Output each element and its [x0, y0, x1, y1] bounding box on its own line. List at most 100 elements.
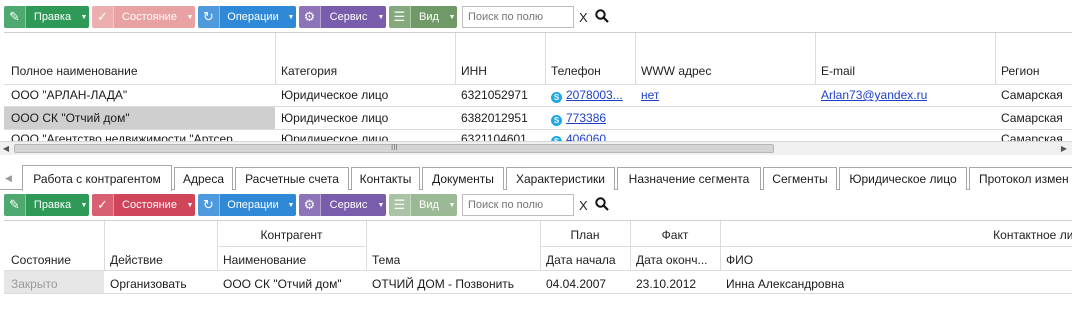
tab-change-log[interactable]: Протокол измен [969, 167, 1072, 190]
state-menu-button[interactable]: ✓ Состояние ▼ [92, 6, 195, 28]
cell-end-date: 23.10.2012 [636, 277, 697, 291]
chevron-down-icon: ▼ [287, 201, 295, 209]
cell-state: Закрыто [11, 277, 58, 291]
column-header-phone[interactable]: Телефон [551, 64, 601, 78]
group-header-plan: План [570, 228, 600, 242]
edit-menu-button[interactable]: ✎ Правка ▼ [4, 194, 89, 216]
view-menu-button[interactable]: ☰ Вид ▼ [389, 194, 457, 216]
top-toolbar: ✎ Правка ▼ ✓ Состояние ▼ ↻ Операции ▼ ⚙ … [0, 3, 1072, 29]
phone-link[interactable]: 406060 [566, 132, 606, 141]
chevron-down-icon: ▼ [80, 13, 88, 21]
cell-email: Arlan73@yandex.ru [821, 88, 927, 102]
column-header-action[interactable]: Действие [110, 253, 163, 267]
column-header-full-name[interactable]: Полное наименование [11, 64, 138, 78]
column-header-start-date[interactable]: Дата начала [546, 253, 616, 267]
row-divider [4, 293, 1072, 294]
clear-search-button[interactable]: X [579, 198, 588, 213]
edit-menu-button[interactable]: ✎ Правка ▼ [4, 6, 89, 28]
grid-top-border [4, 32, 1072, 33]
column-header-email[interactable]: E-mail [821, 64, 855, 78]
tab-segment-assignment[interactable]: Назначение сегмента [617, 167, 761, 190]
state-icon: ✓ [92, 6, 114, 28]
search-input[interactable] [462, 194, 574, 216]
header-bottom-border [4, 84, 1072, 85]
search-icon[interactable] [595, 9, 609, 23]
tab-legal-entity[interactable]: Юридическое лицо [839, 167, 967, 190]
group-divider [540, 246, 1072, 247]
refresh-icon: ↻ [198, 194, 220, 216]
grid-top-border [4, 220, 1072, 221]
operations-menu-button[interactable]: ↻ Операции ▼ [198, 6, 296, 28]
phone-link[interactable]: 2078003... [566, 88, 623, 102]
col-divider [545, 33, 546, 85]
column-header-region[interactable]: Регион [1001, 64, 1040, 78]
www-link[interactable]: нет [641, 88, 659, 102]
cell-name: ООО "АРЛАН-ЛАДА" [11, 88, 128, 102]
scroll-left-arrow-icon[interactable]: ◀ [0, 142, 12, 155]
cell-inn: 6382012951 [461, 111, 528, 125]
tabs-scroll-left-icon[interactable]: ◀ [5, 173, 12, 184]
col-divider [366, 221, 367, 271]
column-header-www[interactable]: WWW адрес [641, 64, 711, 78]
tab-counterparty-work[interactable]: Работа с контрагентом [22, 165, 172, 191]
tab-contacts[interactable]: Контакты [351, 167, 420, 190]
cell-category: Юридическое лицо [281, 88, 389, 102]
cell-region: Самарская [1001, 132, 1063, 141]
column-header-category[interactable]: Категория [281, 64, 337, 78]
column-header-inn[interactable]: ИНН [461, 64, 487, 78]
phone-link[interactable]: 773386 [566, 111, 606, 125]
chevron-down-icon: ▼ [287, 13, 295, 21]
clear-search-button[interactable]: X [579, 10, 588, 25]
chevron-down-icon: ▼ [186, 201, 194, 209]
column-header-end-date[interactable]: Дата оконч... [636, 253, 718, 267]
skype-icon: S [551, 92, 562, 103]
cell-category: Юридическое лицо [281, 111, 389, 125]
email-link[interactable]: Arlan73@yandex.ru [821, 88, 927, 102]
column-header-fio[interactable]: ФИО [726, 253, 753, 267]
view-menu-button[interactable]: ☰ Вид ▼ [389, 6, 457, 28]
cell-www: нет [641, 88, 659, 102]
cell-region: Самарская [1001, 88, 1063, 102]
detail-toolbar: ✎ Правка ▼ ✓ Состояние ▼ ↻ Операции ▼ ⚙ … [0, 191, 1072, 217]
cell-name: ООО СК "Отчий дом" [223, 277, 342, 291]
tab-documents[interactable]: Документы [422, 167, 504, 190]
cell-category: Юридическое лицо [281, 132, 389, 141]
column-header-topic[interactable]: Тема [372, 253, 400, 267]
service-menu-button[interactable]: ⚙ Сервис ▼ [299, 194, 386, 216]
cell-topic: ОТЧИЙ ДОМ - Позвонить [372, 277, 515, 291]
cell-inn: 6321052971 [461, 88, 528, 102]
cell-phone: S 773386 [551, 111, 606, 126]
state-menu-button[interactable]: ✓ Состояние ▼ [92, 194, 195, 216]
edit-icon: ✎ [4, 194, 26, 216]
header-bottom-border [4, 270, 1072, 271]
search-icon[interactable] [595, 197, 609, 211]
column-header-state[interactable]: Состояние [11, 253, 71, 267]
group-header-fact: Факт [661, 228, 689, 242]
column-header-name[interactable]: Наименование [223, 253, 306, 267]
search-input[interactable] [462, 6, 574, 28]
scrollbar-thumb[interactable]: III [14, 143, 774, 153]
cell-inn: 6321104601 [461, 132, 527, 141]
tab-segments[interactable]: Сегменты [763, 167, 837, 190]
col-divider [275, 33, 276, 85]
operations-menu-button[interactable]: ↻ Операции ▼ [198, 194, 296, 216]
cell-name: ООО СК "Отчий дом" [11, 111, 130, 125]
state-icon: ✓ [92, 194, 114, 216]
scroll-right-arrow-icon[interactable]: ▶ [1058, 142, 1070, 155]
table-row[interactable]: ООО "Агентство недвижимости "Артсер Юрид… [0, 130, 1072, 141]
service-menu-button[interactable]: ⚙ Сервис ▼ [299, 6, 386, 28]
cell-action: Организовать [110, 277, 187, 291]
horizontal-scrollbar[interactable]: ◀ III ▶ [0, 141, 1072, 155]
view-list-icon: ☰ [389, 194, 411, 216]
cell-name: ООО "Агентство недвижимости "Артсер [11, 132, 233, 141]
group-header-counterparty: Контрагент [260, 228, 323, 242]
refresh-icon: ↻ [198, 6, 220, 28]
cell-start-date: 04.04.2007 [546, 277, 607, 291]
tab-characteristics[interactable]: Характеристики [506, 167, 615, 190]
tab-bank-accounts[interactable]: Расчетные счета [235, 167, 349, 190]
edit-icon: ✎ [4, 6, 26, 28]
scrollbar-grip: III [391, 143, 398, 152]
tab-addresses[interactable]: Адреса [174, 167, 233, 190]
cell-phone: S406060 [551, 132, 606, 141]
chevron-down-icon: ▼ [448, 13, 456, 21]
